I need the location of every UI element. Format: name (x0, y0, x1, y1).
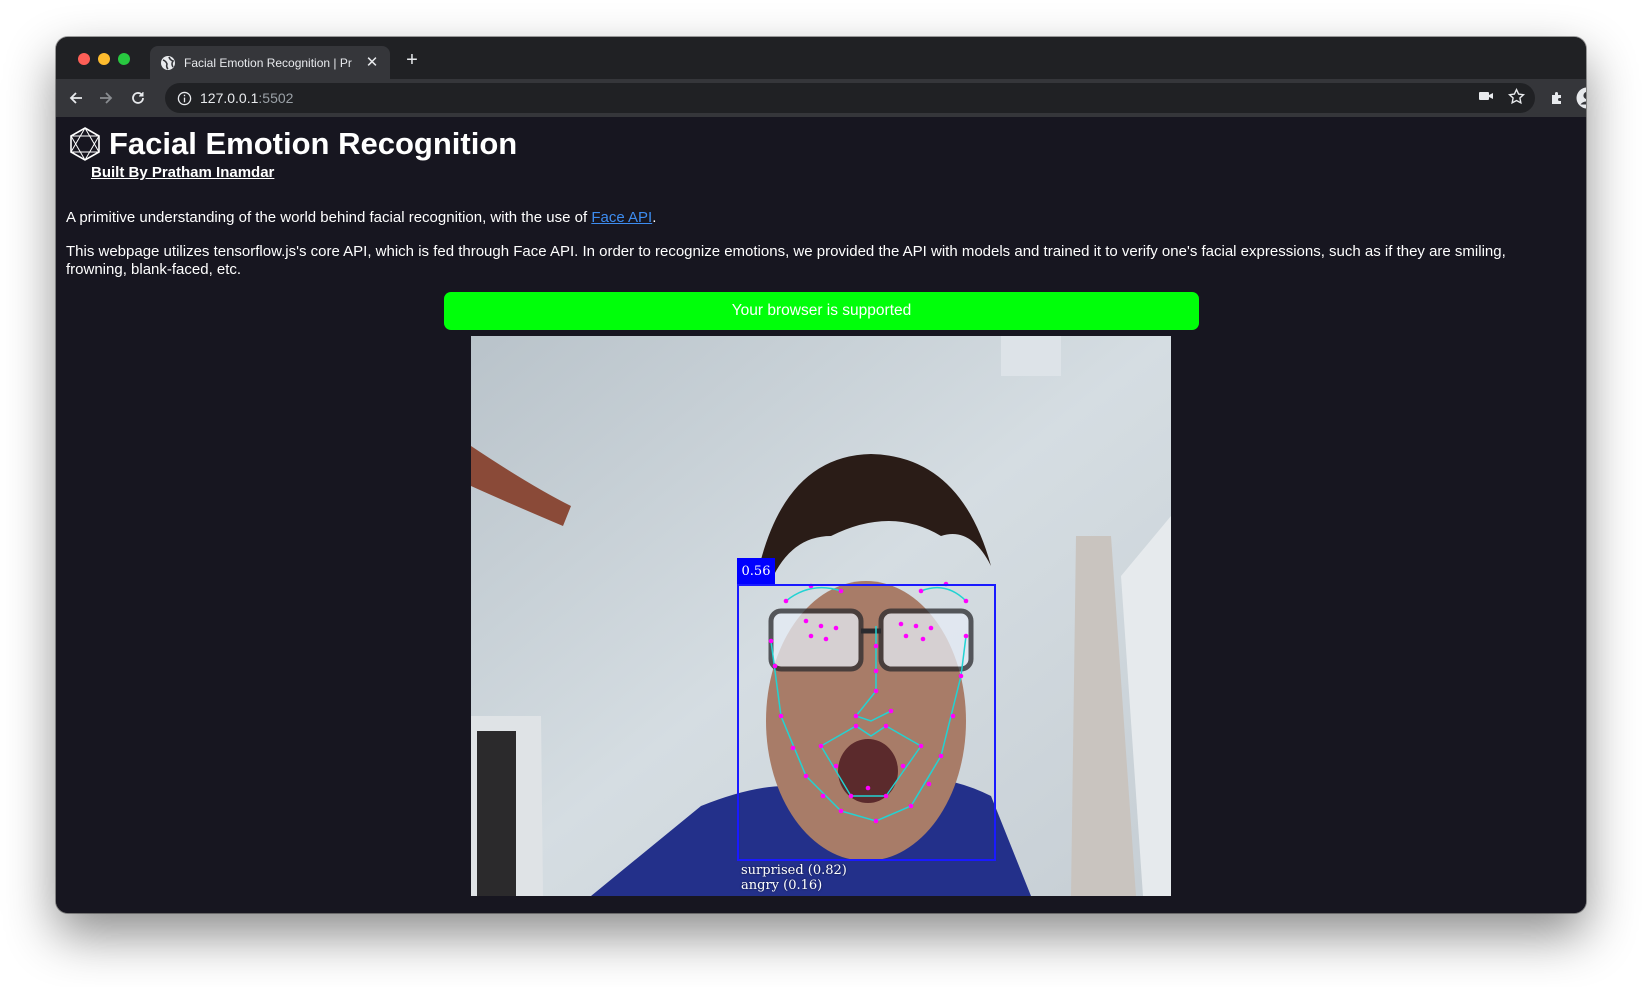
globe-icon (160, 55, 176, 71)
tab-strip: Facial Emotion Recognition | Pr ✕ + (56, 37, 1586, 79)
page-content: Facial Emotion Recognition Built By Prat… (56, 117, 1586, 913)
face-api-link[interactable]: Face API (591, 209, 652, 226)
reload-icon[interactable] (128, 88, 148, 108)
hexagon-logo-icon (67, 126, 103, 162)
back-arrow-icon[interactable] (66, 88, 86, 108)
intro-paragraph: A primitive understanding of the world b… (66, 209, 656, 226)
url-host: 127.0.0.1 (200, 90, 259, 106)
new-tab-icon[interactable]: + (402, 50, 422, 70)
account-icon[interactable] (1575, 86, 1586, 110)
browser-window: Facial Emotion Recognition | Pr ✕ + 127.… (56, 37, 1586, 913)
url-text[interactable]: 127.0.0.1:5502 (200, 90, 293, 106)
tab-title: Facial Emotion Recognition | Pr (184, 55, 352, 70)
description-paragraph: This webpage utilizes tensorflow.js's co… (66, 243, 1506, 278)
intro-end: . (652, 209, 657, 226)
url-port: :5502 (258, 90, 294, 106)
face-bounding-box (737, 584, 996, 861)
camera-icon[interactable] (1478, 88, 1494, 105)
maximize-window-button[interactable] (118, 53, 130, 65)
browser-support-banner: Your browser is supported (444, 292, 1199, 330)
detection-score-badge: 0.56 (737, 558, 775, 584)
close-window-button[interactable] (78, 53, 90, 65)
author-link[interactable]: Built By Pratham Inamdar (91, 164, 274, 181)
star-icon[interactable] (1508, 88, 1525, 105)
expression-label-2: angry (0.16) (741, 878, 823, 893)
expression-label-1: surprised (0.82) (741, 863, 847, 878)
expression-labels: surprised (0.82) angry (0.16) (741, 863, 847, 893)
webcam-video-feed: 0.56 surprised (0.82) angry (0.16) (471, 336, 1171, 896)
browser-toolbar: 127.0.0.1:5502 (56, 79, 1586, 117)
minimize-window-button[interactable] (98, 53, 110, 65)
browser-tab[interactable]: Facial Emotion Recognition | Pr ✕ (150, 46, 390, 79)
info-icon[interactable] (177, 91, 192, 106)
puzzle-icon[interactable] (1547, 88, 1567, 108)
page-title: Facial Emotion Recognition (109, 126, 518, 161)
close-tab-icon[interactable]: ✕ (364, 54, 380, 71)
intro-text: A primitive understanding of the world b… (66, 209, 592, 226)
forward-arrow-icon[interactable] (96, 88, 116, 108)
address-bar[interactable]: 127.0.0.1:5502 (165, 83, 1535, 113)
page-header: Facial Emotion Recognition (67, 126, 517, 162)
